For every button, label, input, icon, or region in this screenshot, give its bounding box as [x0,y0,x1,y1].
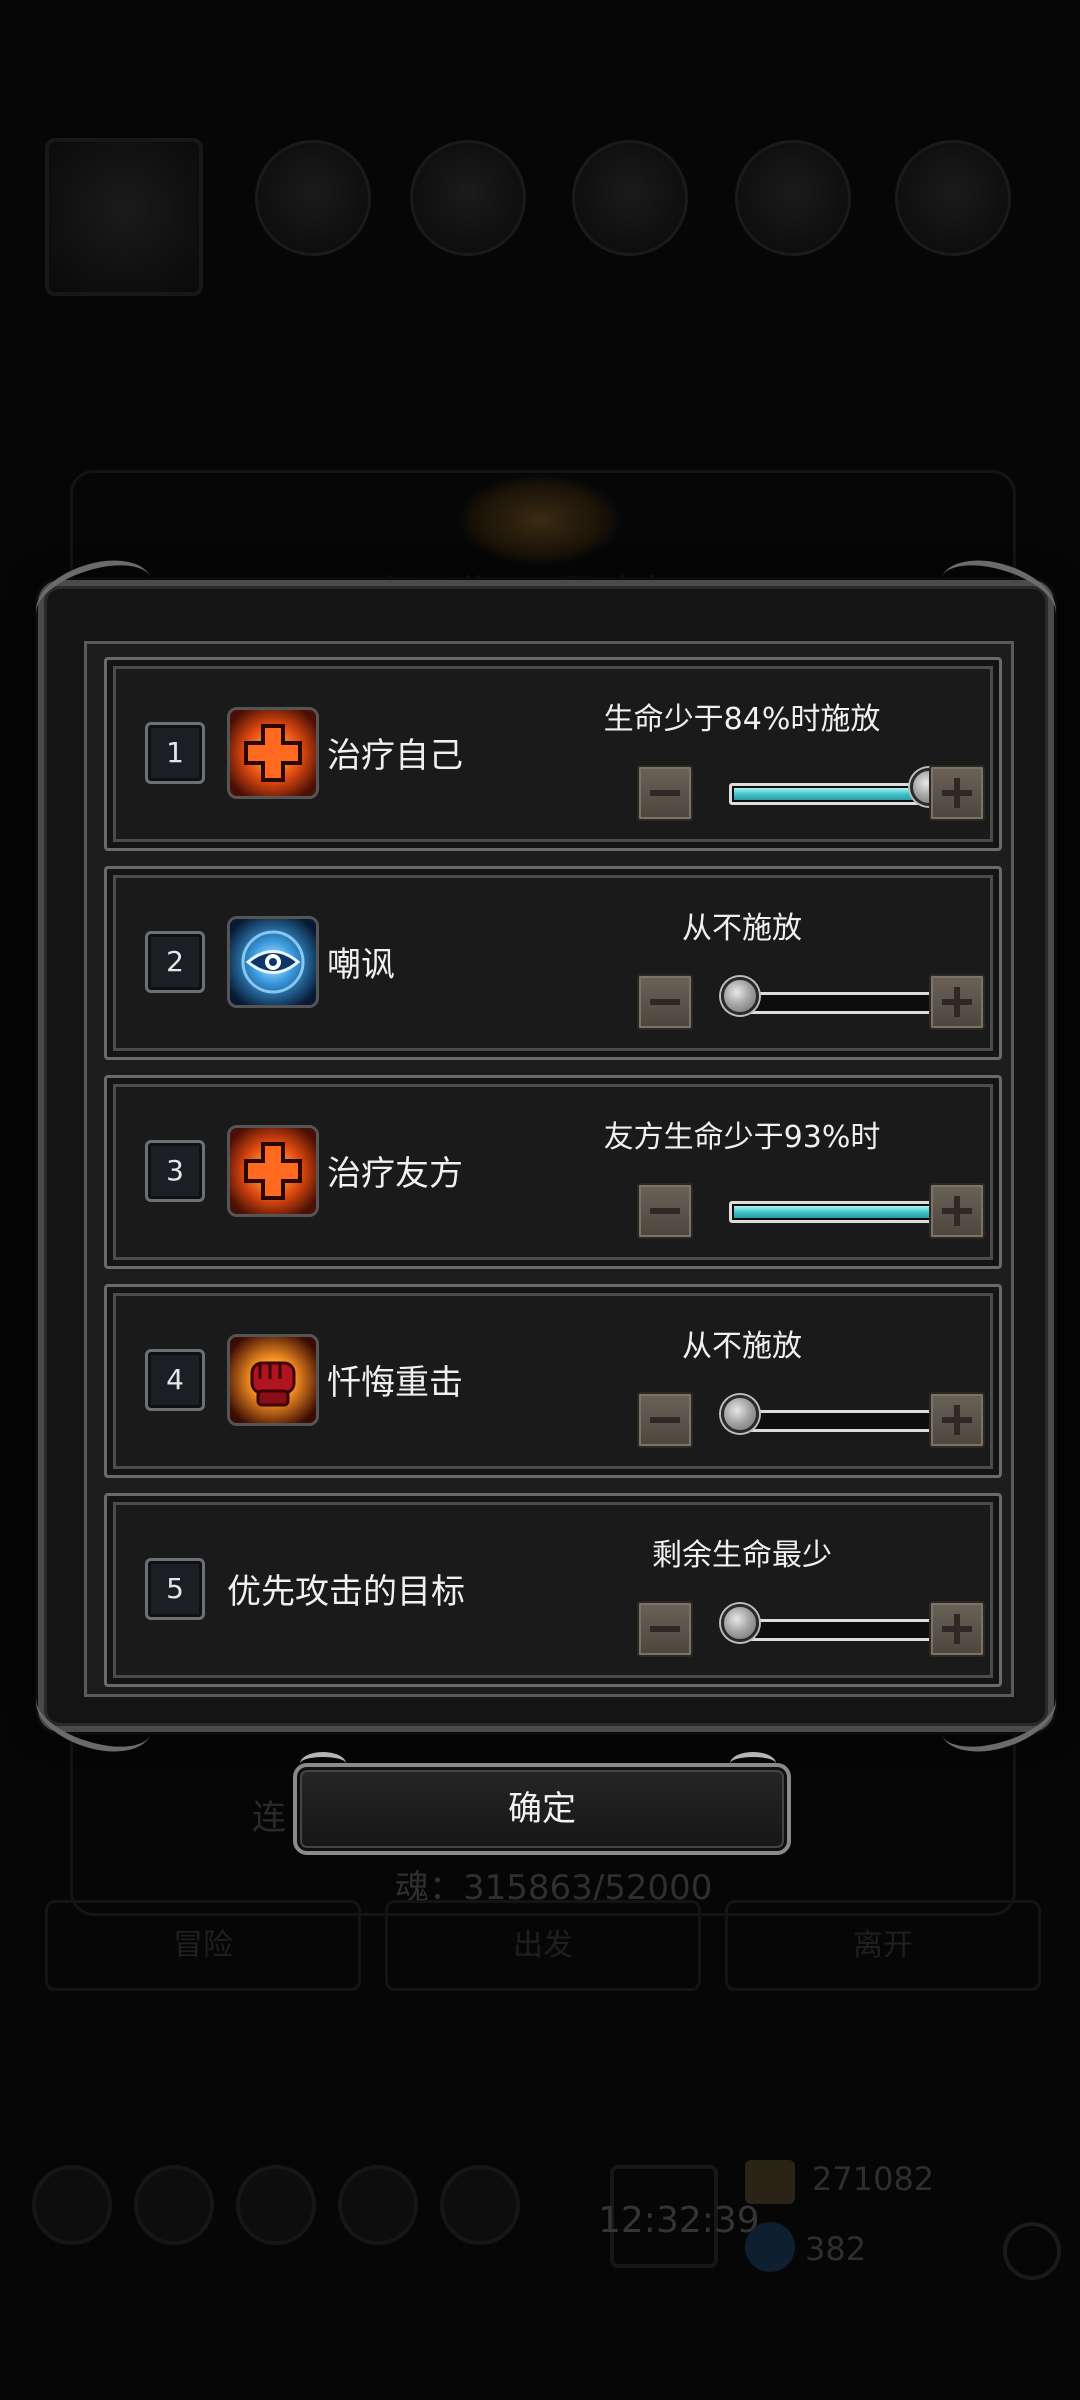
equipment-slot-helmet [572,140,688,256]
add-icon [1003,2222,1061,2280]
skill-number: 2 [145,931,205,993]
skill-row-priority-target: 5 优先攻击的目标 剩余生命最少 [104,1493,1002,1687]
skill-row-penance-strike: 4 忏悔重击 从不施放 [104,1284,1002,1478]
increase-button[interactable] [929,1183,985,1239]
bottom-nav-icon-2 [134,2165,214,2245]
bottom-nav-icon-4 [338,2165,418,2245]
slider-handle[interactable] [721,1395,759,1433]
decrease-button[interactable] [637,765,693,821]
decrease-button[interactable] [637,1392,693,1448]
equipment-slot-gem [735,140,851,256]
clock-text: 12:32:39 [598,2200,760,2241]
slider-fill [734,788,931,800]
heal-cross-icon [227,707,319,799]
skill-number: 3 [145,1140,205,1202]
skill-name: 优先攻击的目标 [227,1572,465,1612]
skill-number: 4 [145,1349,205,1411]
skill-row-heal-ally: 3 治疗友方 友方生命少于93%时 [104,1075,1002,1269]
gem-count: 382 [805,2230,867,2268]
gold-icon [745,2160,795,2204]
slider-handle[interactable] [721,1604,759,1642]
confirm-button[interactable]: 确定 [293,1763,791,1855]
equipment-slot-accessory [895,140,1011,256]
cast-condition: 从不施放 [682,1329,802,1364]
cast-condition: 生命少于84%时施放 [603,702,881,737]
skill-row-heal-self: 1 治疗自己 生命少于84%时施放 [104,657,1002,851]
bottom-nav-icon-3 [236,2165,316,2245]
increase-button[interactable] [929,765,985,821]
decrease-button[interactable] [637,974,693,1030]
cast-condition: 友方生命少于93%时 [603,1120,881,1155]
leave-button: 离开 [725,1900,1041,1991]
skill-number: 5 [145,1558,205,1620]
slider-fill [734,1206,952,1218]
skill-number: 1 [145,722,205,784]
equipment-slot-weapon [255,140,371,256]
target-condition: 剩余生命最少 [652,1538,832,1573]
skill-settings-dialog: 1 治疗自己 生命少于84%时施放 2 嘲讽 从不施放 3 治疗友方 友方生命少… [26,547,1066,1765]
heal-cross-icon [227,1125,319,1217]
cast-condition: 从不施放 [682,911,802,946]
decrease-button[interactable] [637,1183,693,1239]
increase-button[interactable] [929,1601,985,1657]
equipment-slot-armor [410,140,526,256]
adventure-button: 冒险 [45,1900,361,1991]
partial-label: 连 [252,1798,286,1838]
skill-name: 忏悔重击 [327,1363,463,1403]
hero-portrait-slot [45,138,203,296]
skill-name: 嘲讽 [327,945,395,985]
eye-taunt-icon [227,916,319,1008]
bottom-nav-icon-1 [32,2165,112,2245]
increase-button[interactable] [929,1392,985,1448]
bottom-nav-icon-5 [440,2165,520,2245]
skill-name: 治疗友方 [327,1154,463,1194]
skill-list: 1 治疗自己 生命少于84%时施放 2 嘲讽 从不施放 3 治疗友方 友方生命少… [84,641,1014,1697]
skill-row-taunt: 2 嘲讽 从不施放 [104,866,1002,1060]
skill-name: 治疗自己 [327,736,463,776]
gold-count: 271082 [812,2160,935,2198]
gem-icon [745,2222,795,2272]
slider-handle[interactable] [721,977,759,1015]
fist-icon [227,1334,319,1426]
decrease-button[interactable] [637,1601,693,1657]
depart-button: 出发 [385,1900,701,1991]
increase-button[interactable] [929,974,985,1030]
